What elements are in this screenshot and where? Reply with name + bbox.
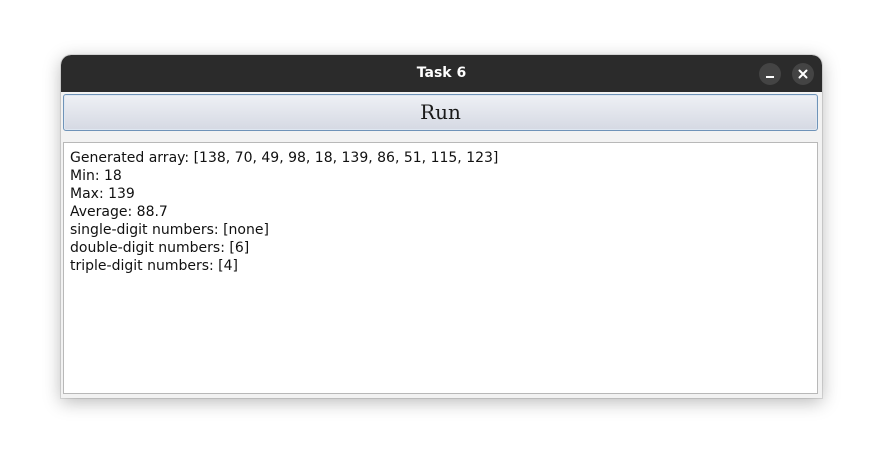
run-button[interactable]: Run <box>63 94 818 131</box>
close-icon <box>798 69 808 79</box>
output-line-max: Max: 139 <box>70 186 135 202</box>
output-line-triple-digit: triple-digit numbers: [4] <box>70 258 238 274</box>
minimize-icon <box>766 76 774 78</box>
output-line-generated-array: Generated array: [138, 70, 49, 98, 18, 1… <box>70 150 499 166</box>
window-title: Task 6 <box>416 65 467 81</box>
output-line-average: Average: 88.7 <box>70 204 168 220</box>
output-text-area[interactable]: Generated array: [138, 70, 49, 98, 18, 1… <box>63 142 818 394</box>
output-line-min: Min: 18 <box>70 168 122 184</box>
output-line-double-digit: double-digit numbers: [6] <box>70 240 250 256</box>
minimize-button[interactable] <box>759 63 781 85</box>
close-button[interactable] <box>792 63 814 85</box>
output-line-single-digit: single-digit numbers: [none] <box>70 222 269 238</box>
window-content: Run Generated array: [138, 70, 49, 98, 1… <box>61 92 822 398</box>
title-bar[interactable]: Task 6 <box>61 55 822 92</box>
app-window: Task 6 Run Generated array: [138, 70, 49… <box>61 55 822 398</box>
